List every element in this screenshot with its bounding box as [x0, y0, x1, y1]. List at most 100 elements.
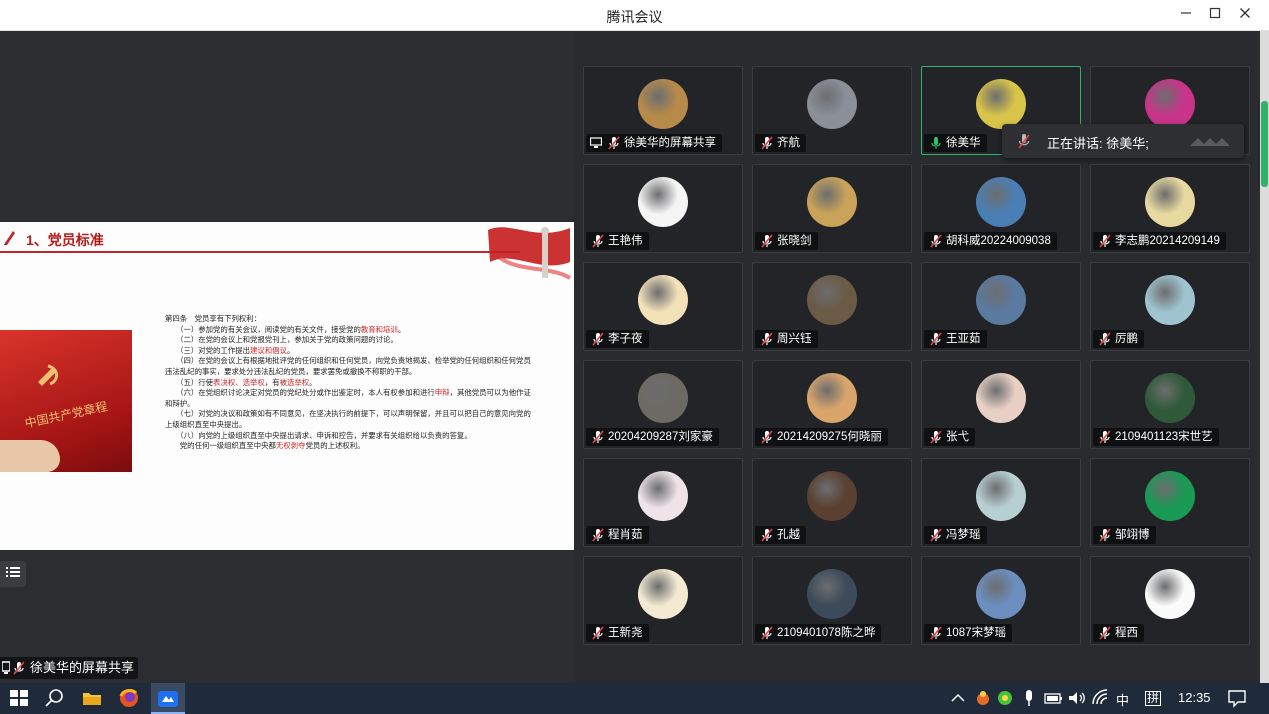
participant-tile[interactable]: 程西 [1090, 556, 1250, 645]
participant-tile[interactable]: 孔越 [752, 458, 912, 547]
search-icon[interactable] [44, 687, 66, 709]
avatar [1145, 177, 1195, 227]
menu-list-button[interactable] [0, 561, 26, 587]
file-explorer-icon[interactable] [81, 687, 103, 709]
participant-name: 20204209287刘家豪 [608, 431, 713, 443]
avatar [807, 373, 857, 423]
battery-icon[interactable] [1042, 687, 1064, 709]
shared-slide: 1、党员标准 中国共产党章程 第四条 党员享有下列权利： （一）参加党的有关会议… [0, 222, 574, 550]
participant-tile[interactable]: 张弋 [921, 360, 1081, 449]
tray-green-icon[interactable] [994, 687, 1016, 709]
avatar [1145, 373, 1195, 423]
participant-tile[interactable]: 2109401078陈之晔 [752, 556, 912, 645]
participant-nameplate: 徐美华 [924, 134, 987, 152]
firefox-icon[interactable] [118, 687, 140, 709]
participant-nameplate: 周兴钰 [755, 330, 818, 348]
tencent-meeting-taskbar-app[interactable] [151, 683, 185, 714]
mic-muted-icon [1098, 234, 1112, 254]
mic-muted-icon [760, 626, 774, 646]
scrollbar-thumb[interactable] [1261, 101, 1268, 187]
participant-name: 2109401123宋世艺 [1115, 431, 1213, 443]
doc-paragraph: （七）对党的决议和政策如有不同意见，在坚决执行的前提下，可以声明保留，并且可以把… [165, 409, 537, 430]
maximize-icon[interactable] [1203, 3, 1227, 27]
avatar [976, 79, 1026, 129]
mic-muted-icon [13, 661, 25, 675]
participant-nameplate: 王亚茹 [924, 330, 987, 348]
screen-share-area: 1、党员标准 中国共产党章程 第四条 党员享有下列权利： （一）参加党的有关会议… [0, 31, 574, 683]
participant-tile[interactable]: 程肖茹 [583, 458, 743, 547]
participant-tile[interactable]: 李子夜 [583, 262, 743, 351]
participant-tile[interactable]: 王艳伟 [583, 164, 743, 253]
participant-nameplate: 20214209275何晓丽 [755, 428, 888, 446]
volume-icon[interactable] [1066, 687, 1088, 709]
wifi-icon[interactable] [1090, 687, 1112, 709]
mic-muted-icon [929, 528, 943, 548]
doc-paragraph: （一）参加党的有关会议，阅读党的有关文件，接受党的教育和培训。 [165, 325, 537, 336]
doc-text: （六）在党组织讨论决定对党员的党纪处分或作出鉴定时，本人有权参加和进行 [165, 388, 435, 398]
avatar [807, 471, 857, 521]
more-icon[interactable] [1188, 136, 1234, 148]
doc-text: （一）参加党的有关会议，阅读党的有关文件，接受党的 [165, 324, 361, 334]
screen-share-icon [2, 661, 10, 674]
doc-text: （五）行使 [165, 377, 214, 387]
participant-tile[interactable]: 20204209287刘家豪 [583, 360, 743, 449]
participant-tile[interactable]: 张晓剑 [752, 164, 912, 253]
avatar [1145, 569, 1195, 619]
microphone-icon[interactable] [1018, 687, 1040, 709]
participant-nameplate: 邹翊博 [1093, 526, 1156, 544]
participant-nameplate: 张晓剑 [755, 232, 818, 250]
participant-tile[interactable]: 冯梦瑶 [921, 458, 1081, 547]
mic-muted-icon [1098, 430, 1112, 450]
participant-tile[interactable]: 王新尧 [583, 556, 743, 645]
participant-tile[interactable]: 邹翊博 [1090, 458, 1250, 547]
participant-tile[interactable]: 齐航 [752, 66, 912, 155]
ime-mode-indicator[interactable]: 中 [1116, 690, 1129, 709]
participant-tile[interactable]: 1087宋梦瑶 [921, 556, 1081, 645]
ime-pinyin-indicator[interactable]: 拼 [1145, 691, 1162, 706]
mic-muted-icon [760, 430, 774, 450]
windows-taskbar: 中 拼 12:35 [0, 683, 1269, 714]
doc-paragraph: 第四条 党员享有下列权利： [165, 314, 537, 325]
participant-tile[interactable]: 徐美华的屏幕共享 [583, 66, 743, 155]
tray-app-icon[interactable] [972, 687, 994, 709]
chevron-up-icon[interactable] [947, 687, 969, 709]
participant-nameplate: 1087宋梦瑶 [924, 624, 1013, 642]
minimize-icon[interactable] [1174, 3, 1198, 27]
windows-start-icon[interactable] [8, 687, 30, 709]
notification-icon[interactable] [1226, 687, 1248, 709]
mic-muted-icon [929, 626, 943, 646]
clock[interactable]: 12:35 [1178, 690, 1211, 705]
participant-tile[interactable]: 周兴钰 [752, 262, 912, 351]
participant-tile[interactable]: 王亚茹 [921, 262, 1081, 351]
participant-nameplate: 李子夜 [586, 330, 649, 348]
doc-text: （三）对党的工作提出 [165, 345, 250, 355]
screen-share-label: 徐美华的屏幕共享 [0, 657, 138, 679]
mic-muted-icon [1018, 134, 1030, 149]
participant-tile[interactable]: 胡科威20224009038 [921, 164, 1081, 253]
participant-nameplate: 张弋 [924, 428, 975, 446]
grid-scrollbar[interactable] [1260, 31, 1269, 683]
avatar [638, 177, 688, 227]
participant-nameplate: 齐航 [755, 134, 806, 152]
participant-name: 齐航 [777, 137, 800, 149]
doc-text: 党员的上述权利。 [305, 441, 365, 451]
close-icon[interactable] [1233, 3, 1257, 27]
participant-name: 王新尧 [608, 627, 643, 639]
avatar [638, 275, 688, 325]
doc-paragraph: （八）向党的上级组织直至中央提出请求、申诉和控告，并要求有关组织给以负责的答复。 [165, 431, 537, 442]
participant-tile[interactable]: 厉鹏 [1090, 262, 1250, 351]
doc-highlight-text: 表决权、选举权 [213, 377, 265, 387]
participant-tile[interactable]: 2109401123宋世艺 [1090, 360, 1250, 449]
doc-highlight-text: 被选举权 [279, 377, 310, 387]
mic-muted-icon [760, 528, 774, 548]
participant-nameplate: 冯梦瑶 [924, 526, 987, 544]
participant-name: 张弋 [946, 431, 969, 443]
participant-tile[interactable]: 李志鹏20214209149 [1090, 164, 1250, 253]
share-label-text: 徐美华的屏幕共享 [30, 660, 135, 675]
doc-text: 党的任何一级组织直至中央都 [165, 441, 276, 451]
participant-tile[interactable]: 20214209275何晓丽 [752, 360, 912, 449]
party-constitution-image: 中国共产党章程 [0, 330, 132, 472]
doc-text: 。 [286, 345, 295, 355]
pen-icon [4, 231, 15, 245]
screen-share-icon [589, 137, 603, 155]
